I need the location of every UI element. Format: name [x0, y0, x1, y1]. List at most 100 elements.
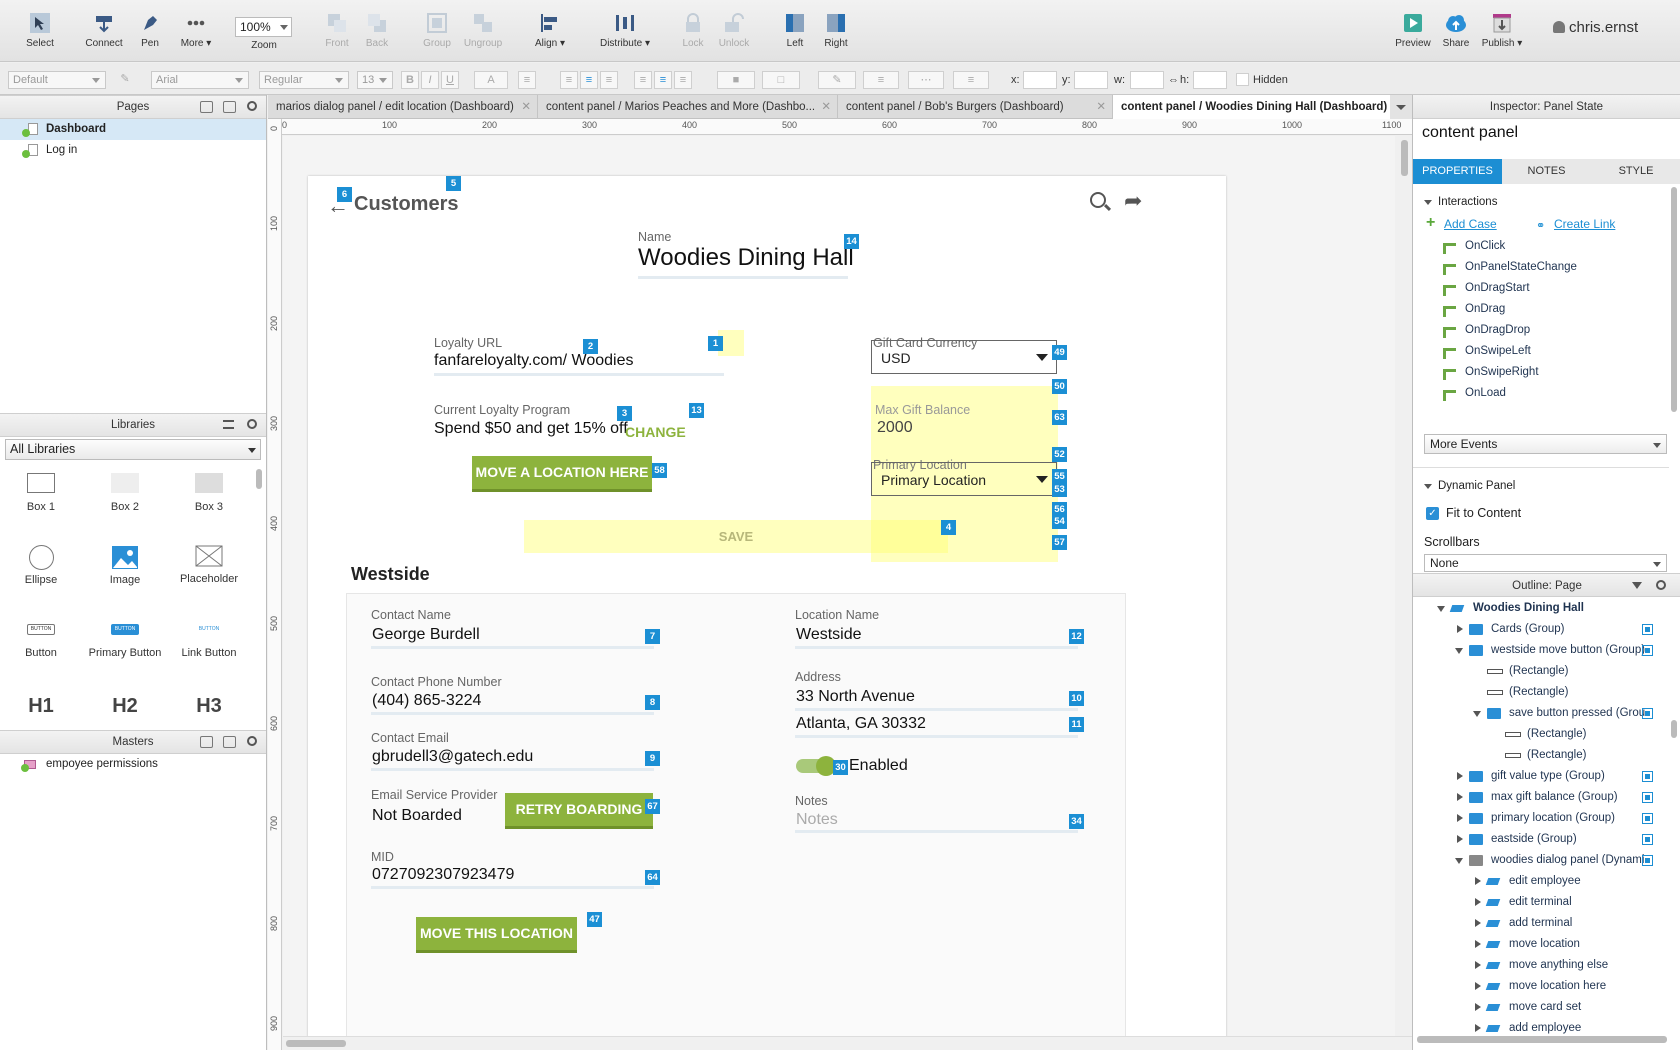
inspector-scrollbar[interactable] — [1671, 187, 1677, 412]
distribute-menu[interactable]: Distribute ▾ — [595, 12, 655, 49]
add-case-link[interactable]: Add Case — [1444, 217, 1497, 231]
outline-item[interactable]: eastside (Group) — [1413, 830, 1669, 850]
select-tool[interactable]: Select — [14, 12, 66, 49]
primary-location-select[interactable]: Primary Location — [871, 462, 1057, 496]
x-input[interactable] — [1023, 71, 1057, 89]
expand-right-icon[interactable] — [1475, 919, 1485, 927]
line-color-button[interactable]: ✎ — [818, 71, 856, 89]
user-menu[interactable]: chris.ernst — [1553, 19, 1638, 36]
address-line1[interactable]: 33 North Avenue — [796, 688, 915, 706]
library-h1[interactable]: H1 — [1, 695, 81, 718]
visibility-toggle[interactable] — [1642, 792, 1653, 803]
line-style-button[interactable]: ⋯ — [908, 71, 944, 89]
library-placeholder[interactable]: Placeholder — [169, 545, 249, 585]
expand-right-icon[interactable] — [1475, 1003, 1485, 1011]
connect-tool[interactable]: Connect — [78, 12, 130, 49]
change-link[interactable]: CHANGE — [625, 424, 686, 440]
expand-right-icon[interactable] — [1475, 961, 1485, 969]
chevron-down-icon[interactable] — [1424, 484, 1432, 493]
search-icon[interactable] — [247, 419, 257, 429]
name-value[interactable]: Woodies Dining Hall — [638, 244, 854, 272]
share-button[interactable]: Share — [1430, 12, 1482, 49]
valign-middle-button[interactable]: ≡ — [654, 71, 672, 89]
format-painter-icon[interactable]: ✎ — [116, 71, 134, 89]
font-weight-select[interactable]: Regular — [259, 71, 349, 89]
design-canvas[interactable]: ← Customers ➦ Name Woodies Dining Hall L… — [283, 136, 1395, 1036]
save-button[interactable]: SAVE — [524, 520, 948, 553]
underline-button[interactable]: U — [441, 71, 459, 89]
library-link-button[interactable]: BUTTON Link Button — [169, 624, 249, 659]
event-item[interactable]: OnSwipeRight — [1465, 366, 1539, 378]
library-box2[interactable]: Box 2 — [85, 473, 165, 513]
visibility-toggle[interactable] — [1642, 624, 1653, 635]
outline-item[interactable]: edit employee — [1413, 872, 1669, 892]
create-link-link[interactable]: Create Link — [1554, 217, 1615, 231]
expand-down-icon[interactable] — [1473, 711, 1481, 721]
publish-menu[interactable]: Publish ▾ — [1476, 12, 1528, 49]
event-item[interactable]: OnDragDrop — [1465, 324, 1530, 336]
share-arrow-icon[interactable]: ➦ — [1124, 188, 1142, 214]
text-color-button[interactable]: A — [474, 71, 508, 89]
y-input[interactable] — [1074, 71, 1108, 89]
event-item[interactable]: OnSwipeLeft — [1465, 345, 1531, 357]
inspector-name[interactable]: content panel — [1422, 124, 1518, 142]
group-button[interactable]: Group — [411, 12, 463, 49]
expand-right-icon[interactable] — [1457, 793, 1467, 801]
arrow-style-button[interactable]: ≡ — [953, 71, 989, 89]
page-item-log-in[interactable]: Log in — [0, 140, 266, 161]
canvas-horizontal-scrollbar[interactable] — [286, 1040, 346, 1047]
library-ellipse[interactable]: Ellipse — [1, 545, 81, 586]
outline-item[interactable]: (Rectangle) — [1413, 662, 1669, 682]
tab-notes[interactable]: NOTES — [1502, 159, 1591, 184]
move-location-here-button[interactable]: MOVE A LOCATION HERE — [472, 456, 652, 492]
expand-right-icon[interactable] — [1457, 835, 1467, 843]
close-icon[interactable]: ✕ — [521, 95, 531, 119]
gift-currency-select[interactable]: USD — [871, 340, 1057, 374]
interactions-heading[interactable]: Interactions — [1438, 196, 1497, 208]
library-box3[interactable]: Box 3 — [169, 473, 249, 513]
notes-input[interactable]: Notes — [796, 811, 838, 829]
enabled-toggle[interactable] — [796, 756, 836, 776]
chevron-down-icon[interactable] — [1424, 200, 1432, 209]
master-item[interactable]: empoyee permissions — [0, 754, 266, 775]
event-item[interactable]: OnClick — [1465, 240, 1505, 252]
style-select[interactable]: Default — [8, 71, 106, 89]
send-back-button[interactable]: Back — [351, 12, 403, 49]
tab-marios-dialog[interactable]: marios dialog panel / edit location (Das… — [268, 95, 538, 119]
add-page-icon[interactable] — [200, 101, 213, 113]
address-line2[interactable]: Atlanta, GA 30332 — [796, 715, 926, 733]
library-primary-button[interactable]: BUTTON Primary Button — [85, 624, 165, 659]
expand-right-icon[interactable] — [1457, 772, 1467, 780]
align-center-button[interactable]: ≡ — [580, 71, 598, 89]
phone-value[interactable]: (404) 865-3224 — [372, 692, 481, 710]
expand-right-icon[interactable] — [1475, 982, 1485, 990]
fit-to-content-checkbox[interactable]: ✓ — [1426, 507, 1439, 520]
fill-color-button[interactable]: ■ — [717, 71, 755, 89]
expand-right-icon[interactable] — [1475, 940, 1485, 948]
outline-item[interactable]: woodies dialog panel (Dynami — [1413, 851, 1669, 871]
library-h2[interactable]: H2 — [85, 695, 165, 718]
scrollbars-select[interactable]: None — [1424, 554, 1667, 572]
unlock-button[interactable]: Unlock — [708, 12, 760, 49]
expand-down-icon[interactable] — [1455, 858, 1463, 868]
lock-ratio-icon[interactable]: ⇔ — [1168, 74, 1179, 86]
library-select[interactable]: All Libraries — [5, 439, 261, 460]
valign-top-button[interactable]: ≡ — [634, 71, 652, 89]
add-master-icon[interactable] — [200, 736, 213, 748]
expand-right-icon[interactable] — [1457, 625, 1467, 633]
expand-right-icon[interactable] — [1475, 898, 1485, 906]
outline-h-scrollbar[interactable] — [1417, 1036, 1667, 1043]
outline-scrollbar[interactable] — [1671, 720, 1677, 738]
search-icon[interactable] — [247, 736, 257, 746]
outline-item[interactable]: move location here — [1413, 977, 1669, 997]
tab-marios-peaches[interactable]: content panel / Marios Peaches and More … — [538, 95, 838, 119]
font-size-select[interactable]: 13 — [357, 71, 393, 89]
page-item-dashboard[interactable]: Dashboard — [0, 119, 266, 140]
expand-right-icon[interactable] — [1475, 877, 1485, 885]
event-item[interactable]: OnLoad — [1465, 387, 1506, 399]
retry-boarding-button[interactable]: RETRY BOARDING — [505, 793, 653, 829]
h-input[interactable] — [1193, 71, 1227, 89]
expand-right-icon[interactable] — [1457, 814, 1467, 822]
mid-value[interactable]: 0727092307923479 — [372, 866, 514, 884]
add-folder-icon[interactable] — [223, 101, 236, 113]
